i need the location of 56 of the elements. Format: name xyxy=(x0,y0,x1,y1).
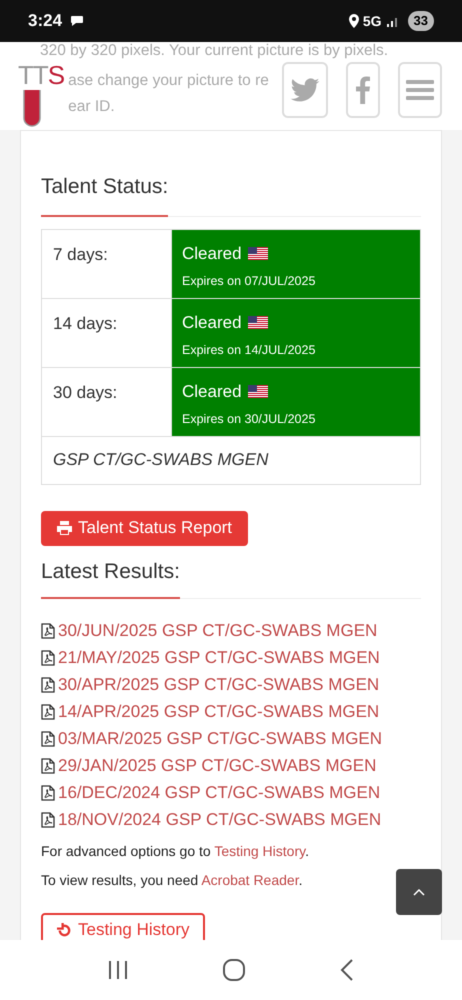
notice-text: 320 by 320 pixels. Your current picture is by pixels. xyxy=(40,42,388,60)
network-label: 5G xyxy=(362,12,382,30)
status-label: Cleared xyxy=(182,380,242,402)
result-link[interactable]: 21/MAY/2025 GSP CT/GC-SWABS MGEN xyxy=(58,644,380,670)
logo[interactable]: TTS xyxy=(18,60,64,128)
section-title: Latest Results: xyxy=(41,556,180,599)
flag-icon xyxy=(248,384,268,398)
result-link[interactable]: 30/APR/2025 GSP CT/GC-SWABS MGEN xyxy=(58,672,380,698)
test-name-cell: GSP CT/GC-SWABS MGEN xyxy=(42,436,420,484)
facebook-button[interactable] xyxy=(346,62,380,118)
signal-icon xyxy=(386,15,400,27)
text-link[interactable]: Acrobat Reader xyxy=(201,872,299,888)
pdf-file-icon xyxy=(41,676,55,692)
result-link[interactable]: 30/JUN/2025 GSP CT/GC-SWABS MGEN xyxy=(58,618,378,644)
expiry-date: Expires on 30/JUL/2025 xyxy=(182,411,316,428)
back-to-top-button[interactable] xyxy=(396,869,442,915)
pdf-file-icon xyxy=(41,730,55,746)
clock: 3:24 xyxy=(28,10,62,32)
pdf-file-icon xyxy=(41,812,55,828)
report-button[interactable]: Talent Status Report xyxy=(41,510,248,546)
result-link[interactable]: 03/MAR/2025 GSP CT/GC-SWABS MGEN xyxy=(58,726,382,752)
pdf-file-icon xyxy=(41,758,55,774)
expiry-date: Expires on 14/JUL/2025 xyxy=(182,342,316,359)
facebook-icon xyxy=(356,76,370,104)
pdf-file-icon xyxy=(41,650,55,666)
menu-icon xyxy=(406,79,434,101)
status-label: Cleared xyxy=(182,242,242,264)
home-icon[interactable] xyxy=(222,959,245,981)
flag-icon xyxy=(248,316,268,329)
history-icon xyxy=(57,922,72,938)
pdf-file-icon xyxy=(41,704,55,720)
recent-apps-icon[interactable] xyxy=(108,961,128,979)
menu-button[interactable] xyxy=(398,62,442,118)
pdf-file-icon xyxy=(41,622,55,638)
notice-text: ear ID. xyxy=(68,98,115,116)
result-link[interactable]: 18/NOV/2024 GSP CT/GC-SWABS MGEN xyxy=(58,806,382,832)
status-label: Cleared xyxy=(182,312,242,334)
info-text: For advanced options go to Testing History. xyxy=(41,842,310,861)
result-link[interactable]: 14/APR/2025 GSP CT/GC-SWABS MGEN xyxy=(58,698,380,724)
chevron-up-icon xyxy=(413,888,425,896)
pdf-file-icon xyxy=(41,784,55,800)
result-link[interactable]: 16/DEC/2024 GSP CT/GC-SWABS MGEN xyxy=(58,780,380,806)
expiry-date: Expires on 07/JUL/2025 xyxy=(182,273,316,290)
bird-icon xyxy=(290,78,320,102)
text-link[interactable]: Testing History xyxy=(214,843,306,859)
printer-icon xyxy=(57,521,72,535)
twitter-button[interactable] xyxy=(282,62,328,118)
battery-indicator: 33 xyxy=(408,11,434,31)
result-link[interactable]: 29/JAN/2025 GSP CT/GC-SWABS MGEN xyxy=(58,752,376,778)
period-cell: 7 days: xyxy=(42,229,172,298)
chat-icon xyxy=(70,15,84,27)
location-icon xyxy=(348,14,359,28)
back-icon[interactable] xyxy=(340,959,354,981)
section-title: Talent Status: xyxy=(41,171,168,216)
notice-text: ase change your picture to re xyxy=(68,72,269,90)
flag-icon xyxy=(248,246,268,260)
